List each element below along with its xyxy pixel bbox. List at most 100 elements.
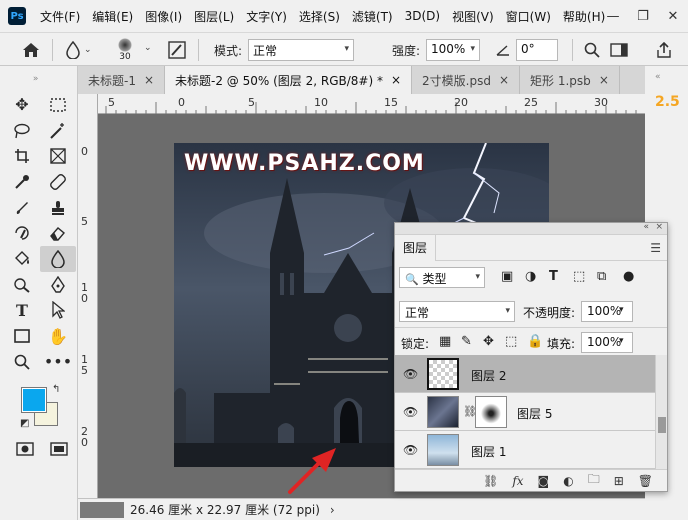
type-tool-icon[interactable]: T [4,298,40,324]
search-icon[interactable] [584,33,600,67]
filter-smart-object-icon[interactable]: ⧉ [597,269,606,284]
tab-layers[interactable]: 图层 [395,234,437,261]
close-tab-icon[interactable]: × [391,73,401,87]
close-tab-icon[interactable]: × [599,73,609,87]
paint-bucket-tool-icon[interactable] [4,246,40,272]
layer-row-layer-1[interactable]: 👁 图层 1 [395,431,655,469]
filter-adjustment-icon[interactable]: ◑ [525,269,536,284]
blur-tool-icon[interactable] [40,246,76,272]
panel-collapse-icon[interactable]: » [0,66,77,92]
close-tab-icon[interactable]: × [144,73,154,87]
layers-scrollbar[interactable] [655,355,667,469]
panel-collapse-icon[interactable]: « [655,72,661,82]
filter-shape-icon[interactable]: ⬚ [573,269,585,284]
chevron-down-icon[interactable]: ▾ [619,305,624,315]
quick-mask-icon[interactable] [16,442,34,459]
lock-artboard-icon[interactable]: ⬚ [505,334,517,349]
menu-window[interactable]: 窗口(W) [500,8,557,25]
visibility-eye-icon[interactable]: 👁 [403,405,418,419]
menu-view[interactable]: 视图(V) [446,8,500,25]
default-colors-icon[interactable]: ◩ [20,418,29,429]
lasso-tool-icon[interactable] [4,118,40,144]
filter-type-icon[interactable]: T [549,269,558,284]
blur-tool-preset-icon[interactable]: ⌄ [66,33,92,67]
menu-image[interactable]: 图像(I) [139,8,188,25]
new-group-icon[interactable]: 🗀 [588,470,600,491]
restore-button[interactable]: ❐ [628,9,658,24]
fill-field[interactable]: 100% [581,332,633,353]
minimize-button[interactable]: — [598,9,628,24]
layer-row-layer-2[interactable]: 👁 图层 2 [395,355,655,393]
zoom-field[interactable] [80,501,124,518]
brush-size-picker[interactable]: 30 [118,33,132,67]
marquee-tool-icon[interactable] [40,92,76,118]
filter-pixel-icon[interactable]: ▣ [501,269,513,284]
visibility-eye-icon[interactable]: 👁 [403,367,418,381]
dodge-tool-icon[interactable] [4,272,40,298]
collapse-panel-icon[interactable]: « [643,222,649,232]
angle-field[interactable]: 0° [516,39,558,61]
pen-tool-icon[interactable] [40,272,76,298]
panel-menu-icon[interactable]: ☰ [650,241,661,255]
vertical-ruler[interactable]: 0 5 1 0 1 5 2 0 [78,94,98,498]
strength-field[interactable]: 100% ▾ [426,39,480,61]
adjustment-layer-icon[interactable]: ◐ [563,474,573,488]
layer-row-layer-5[interactable]: 👁 ⛓ 图层 5 [395,393,655,431]
lock-transparency-icon[interactable]: ▦ [439,334,451,349]
workspace-icon[interactable] [610,33,628,67]
scrollbar-thumb[interactable] [658,417,666,433]
swap-colors-icon[interactable]: ↰ [52,384,60,395]
hand-tool-icon[interactable]: ✋ [40,323,76,349]
visibility-eye-icon[interactable]: 👁 [403,443,418,457]
delete-layer-icon[interactable]: 🗑 [638,474,653,488]
close-panel-icon[interactable]: × [655,222,663,232]
foreground-color-swatch[interactable] [21,387,47,413]
lock-paint-icon[interactable]: ✎ [461,334,472,349]
chevron-down-icon[interactable]: ▾ [619,336,624,346]
status-menu-chevron-icon[interactable]: › [330,503,335,517]
brush-tool-icon[interactable] [4,195,40,221]
lock-position-icon[interactable]: ✥ [483,334,494,349]
close-button[interactable]: ✕ [658,9,688,24]
menu-file[interactable]: 文件(F) [34,8,86,25]
tab-rectangle-1[interactable]: 矩形 1.psb × [520,66,620,94]
path-selection-tool-icon[interactable] [40,298,76,324]
lock-all-icon[interactable]: 🔒 [527,334,543,349]
share-icon[interactable] [656,33,672,67]
move-tool-icon[interactable]: ✥ [4,92,40,118]
add-mask-icon[interactable]: ◙ [538,474,550,488]
home-icon[interactable] [22,33,40,67]
magic-wand-tool-icon[interactable] [40,118,76,144]
link-layers-icon[interactable]: ⛓ [483,474,498,488]
zoom-tool-icon[interactable] [4,349,40,375]
new-layer-icon[interactable]: ⊞ [614,474,624,488]
horizontal-ruler[interactable]: 5 0 5 10 15 20 25 30 [98,94,645,114]
menu-select[interactable]: 选择(S) [293,8,346,25]
healing-brush-tool-icon[interactable] [40,169,76,195]
eyedropper-tool-icon[interactable] [4,169,40,195]
filter-toggle-icon[interactable]: ● [623,269,634,284]
crop-tool-icon[interactable] [4,143,40,169]
opacity-field[interactable]: 100% [581,301,633,322]
frame-tool-icon[interactable] [40,143,76,169]
mode-dropdown[interactable]: 正常 ▾ [248,39,354,61]
brush-settings-icon[interactable] [168,33,186,67]
menu-type[interactable]: 文字(Y) [240,8,293,25]
menu-3d[interactable]: 3D(D) [399,9,446,23]
close-tab-icon[interactable]: × [499,73,509,87]
tab-untitled-2[interactable]: 未标题-2 @ 50% (图层 2, RGB/8#) * × [165,66,413,94]
menu-layer[interactable]: 图层(L) [188,8,240,25]
more-tools-icon[interactable]: ••• [40,349,76,375]
eraser-tool-icon[interactable] [40,220,76,246]
tab-2-inch-template[interactable]: 2寸模版.psd × [412,66,521,94]
menu-edit[interactable]: 编辑(E) [86,8,139,25]
clone-stamp-tool-icon[interactable] [40,195,76,221]
layer-filter-dropdown[interactable]: 🔍 类型 ▾ [399,267,485,288]
rectangle-tool-icon[interactable] [4,323,40,349]
blend-mode-dropdown[interactable]: 正常 ▾ [399,301,515,322]
layer-mask-thumbnail[interactable] [475,396,507,428]
menu-filter[interactable]: 滤镜(T) [346,8,399,25]
layer-style-fx-icon[interactable]: fx [512,474,523,488]
tab-untitled-1[interactable]: 未标题-1 × [78,66,166,94]
history-brush-tool-icon[interactable] [4,220,40,246]
